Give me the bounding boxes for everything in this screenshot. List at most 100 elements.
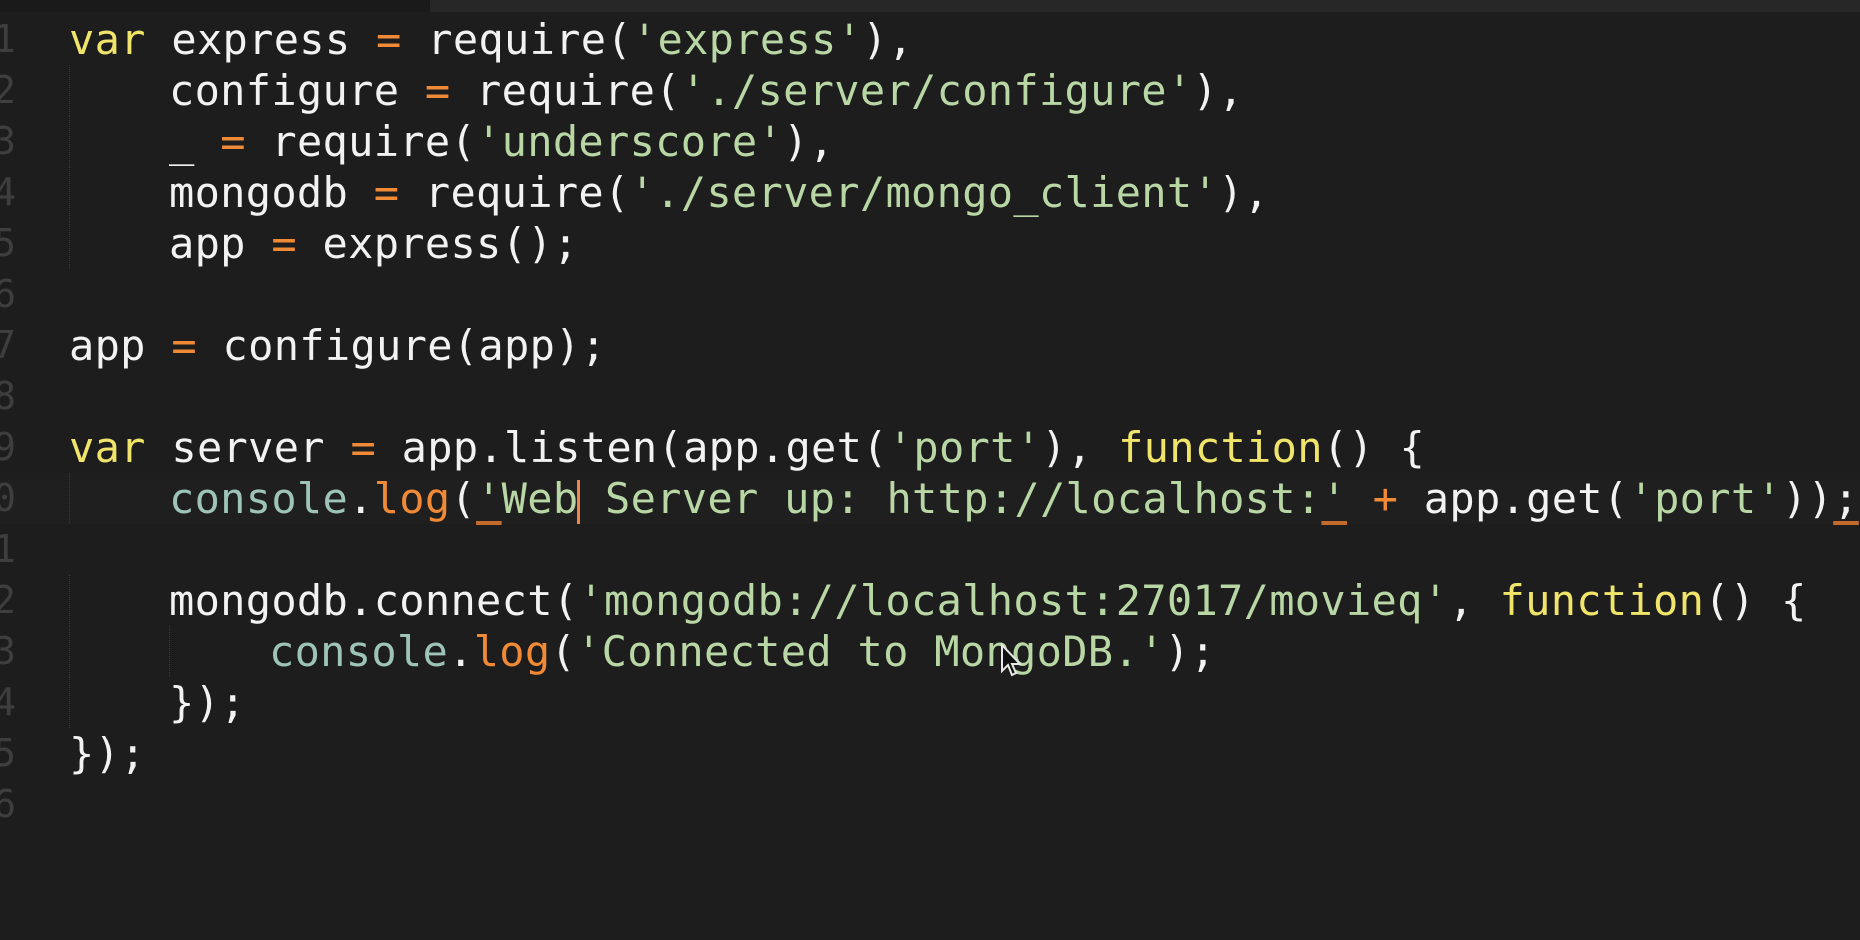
code-token: = [376,15,402,64]
code-token: require( [245,117,477,166]
code-token: console [269,627,449,676]
indent-guide [69,626,71,677]
code-text: var express = require('express'), [69,14,913,65]
code-token: log [373,474,451,523]
code-token: () { [1704,576,1807,625]
code-token: './server/configure' [680,66,1193,115]
code-line[interactable]: 6 [0,779,1860,830]
line-number: 9 [0,425,16,469]
code-token: . [348,474,374,523]
line-number: 1 [0,17,16,61]
code-token: app [69,321,172,370]
code-token: ' [1321,474,1348,523]
code-text: }); [169,677,246,728]
code-token: app.get( [1398,474,1629,523]
code-line[interactable]: 0 console.log('Web Server up: http://loca… [0,473,1860,524]
code-text: var server = app.listen(app.get('port'),… [69,422,1425,473]
line-number: 2 [0,68,16,112]
code-token: ), [862,15,914,64]
code-line[interactable]: 4 mongodb = require('./server/mongo_clien… [0,167,1860,218]
code-token: 'Connected to MongoDB.' [576,627,1165,676]
code-token: ( [550,627,577,676]
code-token: configure [169,66,425,115]
arrow-cursor-icon [1001,643,1023,677]
code-text: mongodb.connect('mongodb://localhost:270… [169,575,1807,626]
code-line[interactable]: 3 console.log('Connected to MongoDB.'); [0,626,1860,677]
indent-guide [69,116,71,167]
code-token: app [169,219,272,268]
code-line[interactable]: 1 var express = require('express'), [0,14,1860,65]
code-token: express(); [296,219,579,268]
line-number: 5 [0,731,16,775]
code-token: _ [169,117,221,166]
code-token: 'port' [1628,474,1783,523]
code-line[interactable]: 6 [0,269,1860,320]
code-token: require( [450,66,681,115]
indent-guide [69,473,71,524]
code-text: app = configure(app); [69,320,606,371]
code-token: ), [1041,423,1119,472]
line-number: 3 [0,629,16,673]
code-text: }); [69,728,146,779]
code-token: Web [501,474,579,523]
code-token: express [145,15,377,64]
code-token: }); [69,729,146,778]
scrollbar-thumb[interactable] [430,0,1860,12]
code-token: = [373,168,400,217]
code-area[interactable]: 1 var express = require('express'), 2 confi… [0,14,1860,830]
code-text: configure = require('./server/configure'… [169,65,1244,116]
indent-guide [69,677,71,728]
code-line[interactable]: 1 [0,524,1860,575]
indent-guide [69,167,71,218]
code-text: app = express(); [169,218,578,269]
code-token: require( [401,15,632,64]
code-line[interactable]: 5}); [0,728,1860,779]
indent-guide [69,65,71,116]
indent-guide [169,626,171,677]
line-number: 7 [0,323,16,367]
indent-guide [69,218,71,269]
code-line[interactable]: 5 app = express(); [0,218,1860,269]
code-token: ); [1164,627,1216,676]
code-token: 'underscore' [476,117,784,166]
code-token: )) [1782,474,1834,523]
code-text: console.log('Web Server up: http://local… [169,473,1859,524]
code-token: ' [476,474,502,523]
code-token: require( [399,168,630,217]
code-line[interactable]: 2 mongodb.connect('mongodb://localhost:27… [0,575,1860,626]
code-token: . [448,627,474,676]
code-token: = [424,66,451,115]
line-number: 4 [0,170,16,214]
code-text: console.log('Connected to MongoDB.'); [269,626,1216,677]
code-token: , [1448,576,1500,625]
code-text: mongodb = require('./server/mongo_client… [169,167,1269,218]
code-line[interactable]: 4}); [0,677,1860,728]
code-line[interactable]: 2 configure = require('./server/configure… [0,65,1860,116]
code-token: function [1499,576,1705,625]
line-number: 4 [0,680,16,724]
line-number: 1 [0,527,16,571]
code-token: = [220,117,246,166]
code-token: 'mongodb://localhost:27017/movieq' [578,576,1449,625]
code-token: ), [783,117,835,166]
code-token: configure(app); [196,321,607,370]
code-line[interactable]: 3 _ = require('underscore'), [0,116,1860,167]
horizontal-scrollbar[interactable] [0,0,1860,12]
code-token: ; [1833,474,1859,523]
line-number: 3 [0,119,16,163]
code-token: function [1118,423,1323,472]
code-token: 'express' [631,15,863,64]
code-line[interactable]: 8 [0,371,1860,422]
code-token: ), [1218,168,1270,217]
code-line[interactable]: 7 app = configure(app); [0,320,1860,371]
code-token: server [145,423,351,472]
code-editor[interactable]: 1 var express = require('express'), 2 confi… [0,0,1860,940]
code-token: () { [1322,423,1426,472]
line-number: 6 [0,782,16,826]
line-number: 0 [0,476,16,520]
code-line[interactable]: 9 var server = app.listen(app.get('port')… [0,422,1860,473]
code-token: ( [450,474,477,523]
code-token: var [69,15,146,64]
code-token: mongodb [169,168,374,217]
